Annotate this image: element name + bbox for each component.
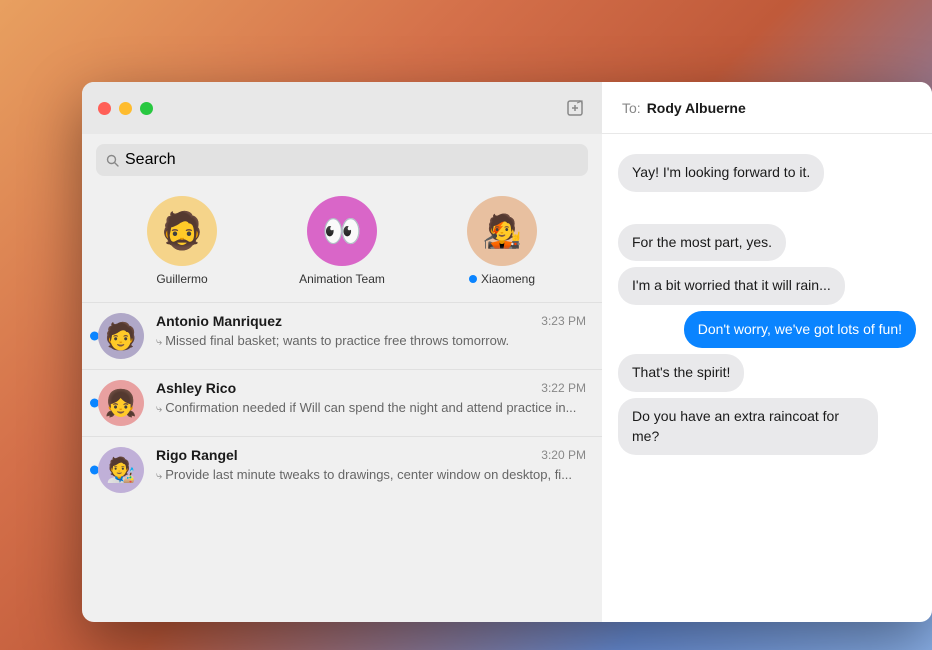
minimize-button[interactable] [119, 102, 132, 115]
pinned-contacts: 🧔 Guillermo 👀 Animation Team 🧑‍🎤 Xiaomen… [82, 186, 602, 302]
close-button[interactable] [98, 102, 111, 115]
msg-header-antonio: Antonio Manriquez 3:23 PM [156, 313, 586, 329]
msg-name-rigo: Rigo Rangel [156, 447, 238, 463]
avatar-xiaomeng: 🧑‍🎤 [467, 196, 537, 266]
msg-name-antonio: Antonio Manriquez [156, 313, 282, 329]
message-5: That's the spirit! [618, 354, 744, 392]
xiaomeng-name-row: Xiaomeng [469, 272, 535, 286]
message-1: Yay! I'm looking forward to it. [618, 154, 824, 192]
chat-messages: Yay! I'm looking forward to it. For the … [602, 134, 932, 622]
conversation-ashley[interactable]: 👧 Ashley Rico 3:22 PM ⤷ Confirmation nee… [82, 369, 602, 436]
avatar-rigo: 🧑‍🎨 [98, 447, 144, 493]
msg-preview-antonio: ⤷ Missed final basket; wants to practice… [156, 332, 586, 350]
titlebar [82, 82, 602, 134]
pinned-name-animation-team: Animation Team [299, 272, 385, 286]
message-6: Do you have an extra raincoat for me? [618, 398, 878, 455]
search-bar[interactable]: Search [96, 144, 588, 176]
avatar-antonio: 🧑 [98, 313, 144, 359]
pinned-name-guillermo: Guillermo [156, 272, 207, 286]
msg-content-rigo: Rigo Rangel 3:20 PM ⤷ Provide last minut… [156, 447, 586, 484]
pinned-name-xiaomeng: Xiaomeng [481, 272, 535, 286]
msg-time-antonio: 3:23 PM [541, 314, 586, 328]
msg-time-ashley: 3:22 PM [541, 381, 586, 395]
avatar-animation-team: 👀 [307, 196, 377, 266]
msg-header-rigo: Rigo Rangel 3:20 PM [156, 447, 586, 463]
message-spacer-1 [618, 198, 916, 218]
chat-header: To: Rody Albuerne [602, 82, 932, 134]
msg-content-antonio: Antonio Manriquez 3:23 PM ⤷ Missed final… [156, 313, 586, 350]
msg-time-rigo: 3:20 PM [541, 448, 586, 462]
conversation-antonio[interactable]: 🧑 Antonio Manriquez 3:23 PM ⤷ Missed fin… [82, 302, 602, 369]
sidebar: Search 🧔 Guillermo 👀 Animation Team 🧑‍🎤 [82, 82, 602, 622]
compose-button[interactable] [564, 97, 586, 119]
pinned-contact-guillermo[interactable]: 🧔 Guillermo [137, 196, 227, 286]
conversation-rigo[interactable]: 🧑‍🎨 Rigo Rangel 3:20 PM ⤷ Provide last m… [82, 436, 602, 503]
traffic-lights [98, 102, 153, 115]
pinned-contact-xiaomeng[interactable]: 🧑‍🎤 Xiaomeng [457, 196, 547, 286]
search-icon [106, 154, 119, 167]
msg-header-ashley: Ashley Rico 3:22 PM [156, 380, 586, 396]
xiaomeng-unread-dot [469, 275, 477, 283]
avatar-guillermo: 🧔 [147, 196, 217, 266]
message-4: Don't worry, we've got lots of fun! [684, 311, 916, 349]
chat-panel: To: Rody Albuerne Yay! I'm looking forwa… [602, 82, 932, 622]
search-placeholder: Search [125, 151, 176, 169]
to-name: Rody Albuerne [647, 100, 746, 116]
messages-window: Search 🧔 Guillermo 👀 Animation Team 🧑‍🎤 [82, 82, 932, 622]
msg-preview-rigo: ⤷ Provide last minute tweaks to drawings… [156, 466, 586, 484]
msg-content-ashley: Ashley Rico 3:22 PM ⤷ Confirmation neede… [156, 380, 586, 417]
to-label: To: [622, 100, 641, 116]
message-3: I'm a bit worried that it will rain... [618, 267, 845, 305]
msg-preview-ashley: ⤷ Confirmation needed if Will can spend … [156, 399, 586, 417]
pinned-contact-animation-team[interactable]: 👀 Animation Team [297, 196, 387, 286]
message-2: For the most part, yes. [618, 224, 786, 262]
msg-name-ashley: Ashley Rico [156, 380, 236, 396]
maximize-button[interactable] [140, 102, 153, 115]
avatar-ashley: 👧 [98, 380, 144, 426]
conversation-list: 🧑 Antonio Manriquez 3:23 PM ⤷ Missed fin… [82, 302, 602, 622]
